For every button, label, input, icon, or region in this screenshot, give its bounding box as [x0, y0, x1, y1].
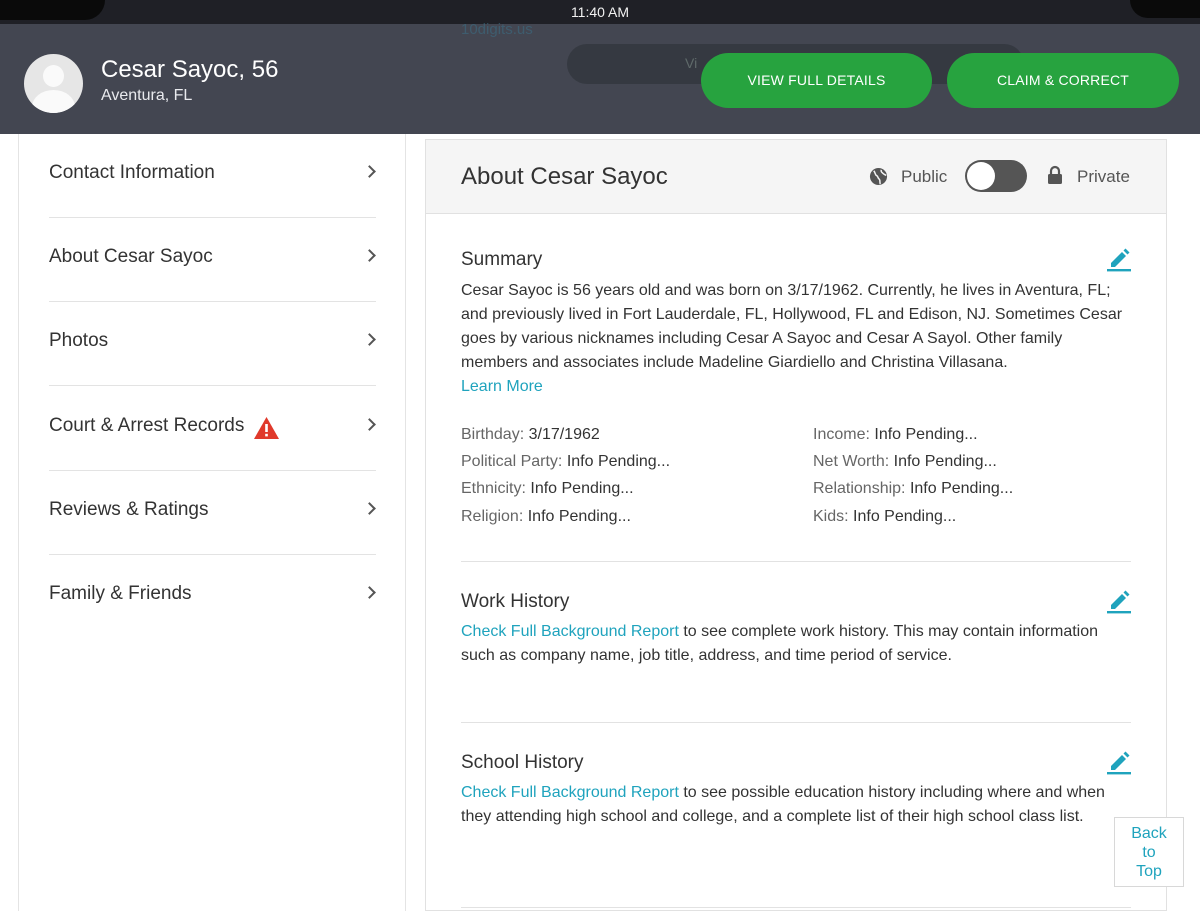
lock-icon — [1048, 165, 1062, 184]
chevron-right-icon — [363, 165, 376, 178]
background-button-label: Vi — [685, 55, 698, 71]
work-history-text-block: Check Full Background Report to see comp… — [461, 620, 1126, 668]
school-history-title: School History — [461, 752, 584, 773]
fact-ethnicity: Ethnicity: Info Pending... — [461, 480, 634, 498]
status-time: 11:40 AM — [570, 4, 630, 20]
sidebar-item-label: Reviews & Ratings — [49, 499, 209, 520]
background-url-text: 10digits.us — [461, 21, 533, 38]
pencil-edit-icon[interactable] — [1106, 588, 1132, 614]
summary-text-block: Cesar Sayoc is 56 years old and was born… — [461, 279, 1126, 399]
fact-key: Kids: — [813, 508, 849, 525]
private-label: Private — [1077, 167, 1130, 186]
work-history-title: Work History — [461, 591, 570, 612]
fact-kids: Kids: Info Pending... — [813, 508, 956, 526]
claim-correct-button[interactable]: CLAIM & CORRECT — [947, 53, 1179, 108]
card-header: About Cesar Sayoc Public Private — [426, 140, 1166, 214]
sidebar-item-label: Court & Arrest Records — [49, 415, 245, 436]
redaction-mark — [1130, 0, 1200, 18]
fact-key: Relationship: — [813, 480, 906, 497]
sidebar-item-reviews-ratings[interactable]: Reviews & Ratings — [49, 471, 376, 555]
fact-religion: Religion: Info Pending... — [461, 508, 631, 526]
globe-icon — [869, 167, 888, 186]
fact-relationship: Relationship: Info Pending... — [813, 480, 1013, 498]
fact-key: Ethnicity: — [461, 480, 526, 497]
sidebar-item-family-friends[interactable]: Family & Friends — [49, 555, 376, 639]
back-to-top-line: to — [1142, 844, 1156, 861]
fact-birthday: Birthday: 3/17/1962 — [461, 426, 600, 444]
chevron-right-icon — [363, 249, 376, 262]
chevron-right-icon — [363, 586, 376, 599]
profile-header: 10digits.us Vi Cesar Sayoc, 56 Aventura,… — [0, 21, 1200, 134]
fact-value: Info Pending... — [566, 453, 671, 470]
avatar-head — [43, 65, 64, 87]
background-report-link[interactable]: Check Full Background Report — [461, 623, 679, 640]
fact-key: Net Worth: — [813, 453, 890, 470]
fact-value: Info Pending... — [853, 508, 957, 525]
learn-more-link[interactable]: Learn More — [461, 378, 543, 395]
fact-value: Info Pending... — [893, 453, 997, 470]
section-divider — [461, 722, 1131, 723]
fact-political-party: Political Party: Info Pending... — [461, 453, 670, 471]
summary-title: Summary — [461, 249, 543, 270]
warning-icon — [254, 417, 279, 439]
avatar-body — [32, 90, 75, 113]
fact-value: Info Pending... — [909, 480, 1014, 497]
visibility-toggle[interactable] — [965, 160, 1027, 192]
back-to-top-line: Back — [1131, 825, 1167, 842]
chevron-right-icon — [363, 418, 376, 431]
avatar — [24, 54, 83, 113]
fact-value: Info Pending... — [874, 426, 978, 443]
sidebar-nav: Contact Information About Cesar Sayoc Ph… — [18, 134, 406, 911]
fact-net-worth: Net Worth: Info Pending... — [813, 453, 997, 471]
section-divider — [461, 561, 1131, 562]
summary-text: Cesar Sayoc is 56 years old and was born… — [461, 282, 1123, 371]
sidebar-item-photos[interactable]: Photos — [49, 302, 376, 386]
chevron-right-icon — [363, 333, 376, 346]
sidebar-item-label: Family & Friends — [49, 583, 192, 604]
section-divider — [461, 907, 1131, 908]
public-label: Public — [901, 167, 948, 186]
person-location: Aventura, FL — [101, 87, 193, 104]
person-name-age: Cesar Sayoc, 56 — [101, 56, 279, 83]
toggle-knob — [967, 162, 995, 190]
sidebar-item-about[interactable]: About Cesar Sayoc — [49, 218, 376, 302]
back-to-top-button[interactable]: Back to Top — [1114, 817, 1184, 887]
chevron-right-icon — [363, 502, 376, 515]
sidebar-item-contact-information[interactable]: Contact Information — [49, 134, 376, 218]
card-title: About Cesar Sayoc — [461, 163, 668, 190]
fact-value: 3/17/1962 — [528, 426, 600, 443]
background-report-link[interactable]: Check Full Background Report — [461, 784, 679, 801]
pencil-edit-icon[interactable] — [1106, 749, 1132, 775]
sidebar-item-label: Contact Information — [49, 162, 215, 183]
view-full-details-button[interactable]: VIEW FULL DETAILS — [701, 53, 932, 108]
fact-key: Income: — [813, 426, 870, 443]
fact-value: Info Pending... — [527, 508, 631, 525]
fact-value: Info Pending... — [530, 480, 634, 497]
fact-key: Political Party: — [461, 453, 563, 470]
fact-key: Birthday: — [461, 426, 525, 443]
sidebar-item-label: Photos — [49, 330, 109, 351]
pencil-edit-icon[interactable] — [1106, 246, 1132, 272]
about-card: About Cesar Sayoc Public Private Summary… — [425, 139, 1167, 911]
fact-key: Religion: — [461, 508, 524, 525]
school-history-text-block: Check Full Background Report to see poss… — [461, 781, 1126, 829]
back-to-top-line: Top — [1136, 863, 1162, 880]
sidebar-item-court-arrest-records[interactable]: Court & Arrest Records — [49, 387, 376, 471]
sidebar-item-label: About Cesar Sayoc — [49, 246, 213, 267]
fact-income: Income: Info Pending... — [813, 426, 978, 444]
status-bar: 11:40 AM — [0, 0, 1200, 24]
